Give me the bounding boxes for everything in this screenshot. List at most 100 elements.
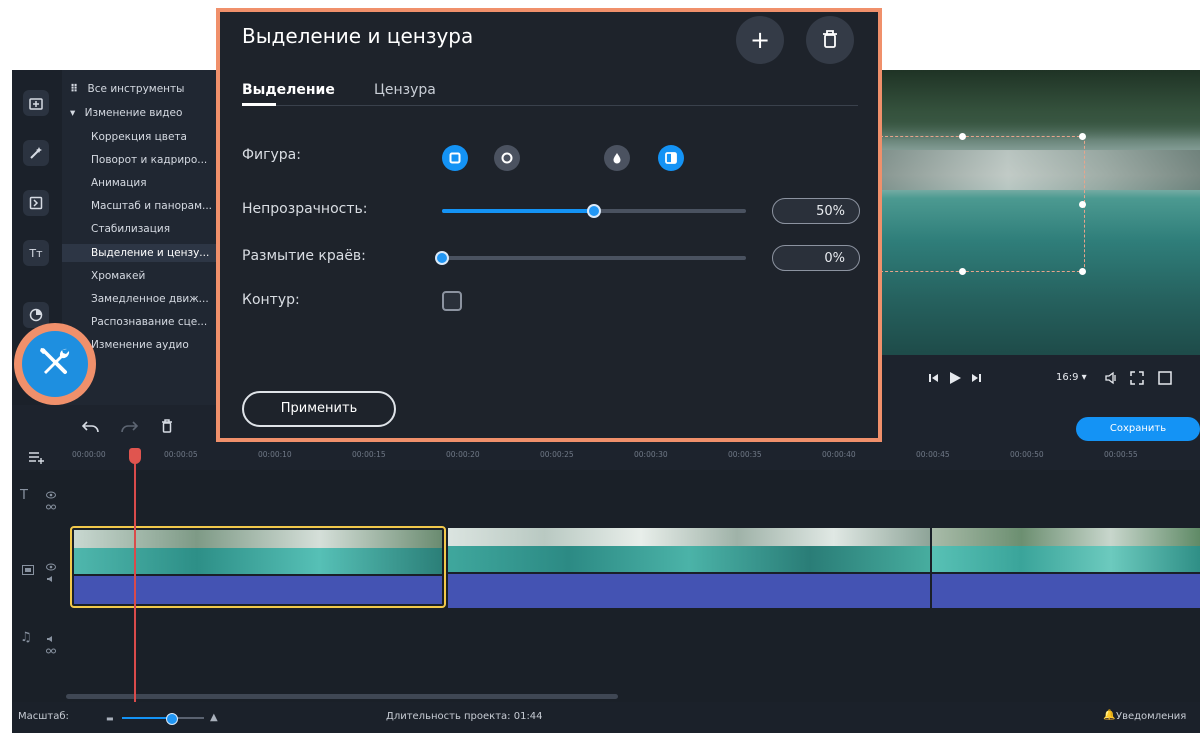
timeline-scrollbar[interactable]: [66, 694, 618, 699]
tool-item-animation[interactable]: Анимация: [91, 174, 147, 192]
apply-button[interactable]: Применить: [242, 391, 396, 427]
undo-icon[interactable]: [81, 419, 100, 438]
outline-checkbox[interactable]: [442, 291, 462, 311]
feather-slider-thumb[interactable]: [435, 251, 449, 265]
add-button[interactable]: +: [736, 16, 784, 64]
opacity-slider[interactable]: [442, 204, 746, 218]
scale-label: Масштаб:: [18, 711, 69, 722]
tools-button[interactable]: [22, 331, 88, 397]
fullscreen-icon[interactable]: [1130, 371, 1144, 388]
opacity-value-field[interactable]: 50%: [772, 198, 860, 224]
opacity-label: Непрозрачность:: [242, 201, 368, 217]
tool-item-color[interactable]: Коррекция цвета: [91, 128, 187, 146]
tools-all-label: Все инструменты: [87, 83, 185, 95]
ruler-tick-label: 00:00:45: [916, 450, 950, 459]
add-track-icon[interactable]: [28, 449, 44, 468]
ruler-tick-label: 00:00:35: [728, 450, 762, 459]
magic-icon[interactable]: [23, 140, 49, 166]
preview-foliage: [880, 70, 1200, 140]
zoom-in-icon[interactable]: ▲: [210, 712, 218, 723]
zoom-slider[interactable]: [122, 713, 204, 725]
trash-icon: [822, 26, 838, 54]
playhead[interactable]: [134, 448, 136, 718]
resize-handle[interactable]: [1079, 201, 1086, 208]
timeline-tracks: T ♫: [12, 470, 1200, 710]
video-clip[interactable]: [932, 528, 1200, 572]
tool-item-audio[interactable]: Изменение аудио: [91, 336, 189, 354]
zoom-out-icon[interactable]: ▬: [106, 714, 114, 723]
notifications-link[interactable]: Уведомления: [1116, 711, 1186, 722]
feather-style-button[interactable]: [604, 145, 630, 171]
tool-item-stabilization[interactable]: Стабилизация: [91, 220, 170, 238]
audio-clip[interactable]: [932, 574, 1200, 608]
highlight-censor-panel: Выделение и цензура + Выделение Цензура …: [216, 8, 882, 442]
video-preview[interactable]: [880, 70, 1200, 355]
feather-label: Размытие краёв:: [242, 248, 366, 264]
link-icon[interactable]: [46, 640, 56, 659]
resize-handle[interactable]: [1079, 133, 1086, 140]
resize-handle[interactable]: [959, 268, 966, 275]
play-icon[interactable]: [948, 371, 962, 388]
audio-clip[interactable]: [448, 574, 930, 608]
ruler-tick-label: 00:00:25: [540, 450, 574, 459]
transitions-icon[interactable]: [23, 190, 49, 216]
titles-icon[interactable]: Tт: [23, 240, 49, 266]
delete-icon[interactable]: [161, 418, 173, 437]
tool-item-rotate-crop[interactable]: Поворот и кадриро...: [91, 151, 207, 169]
link-icon[interactable]: [46, 496, 56, 515]
volume-icon[interactable]: [1104, 371, 1118, 388]
tools-group-label: Изменение видео: [84, 107, 183, 119]
fill-style-button[interactable]: [658, 145, 684, 171]
tool-item-chroma-key[interactable]: Хромакей: [91, 267, 145, 285]
video-clip[interactable]: [448, 528, 930, 572]
tool-item-zoom-pan[interactable]: Масштаб и панорам...: [91, 197, 212, 215]
tool-item-highlight-censor[interactable]: Выделение и цензу...: [62, 244, 218, 262]
zoom-slider-thumb[interactable]: [166, 713, 178, 725]
music-track-icon: ♫: [20, 630, 32, 645]
shape-label: Фигура:: [242, 147, 301, 163]
opacity-slider-thumb[interactable]: [587, 204, 601, 218]
feather-value-field[interactable]: 0%: [772, 245, 860, 271]
tab-highlight[interactable]: Выделение: [242, 82, 335, 98]
aspect-ratio-select[interactable]: 16:9 ▾: [1056, 372, 1087, 383]
save-button[interactable]: Сохранить: [1076, 417, 1200, 441]
detach-player-icon[interactable]: [1158, 371, 1172, 388]
tools-all-item[interactable]: ⠿ Все инструменты: [70, 80, 184, 98]
resize-handle[interactable]: [959, 133, 966, 140]
playhead-handle[interactable]: [129, 448, 141, 464]
tabs-divider: [242, 105, 858, 106]
video-track-icon: [22, 560, 34, 579]
title-track-icon: T: [20, 488, 28, 503]
half-fill-icon: [665, 149, 677, 168]
drop-icon: [612, 149, 622, 168]
selected-clip[interactable]: [70, 526, 446, 608]
rectangle-shape-button[interactable]: [442, 145, 468, 171]
ruler-tick-label: 00:00:00: [72, 450, 106, 459]
panel-title: Выделение и цензура: [242, 24, 474, 48]
ruler-tick-label: 00:00:15: [352, 450, 386, 459]
redo-icon[interactable]: [120, 419, 139, 438]
import-icon[interactable]: [23, 90, 49, 116]
ruler-tick-label: 00:00:40: [822, 450, 856, 459]
prev-frame-icon[interactable]: [928, 372, 940, 387]
ruler-tick-label: 00:00:20: [446, 450, 480, 459]
tab-censor[interactable]: Цензура: [374, 82, 436, 98]
bell-icon[interactable]: 🔔: [1103, 710, 1115, 721]
ruler-tick-label: 00:00:10: [258, 450, 292, 459]
timeline-ruler[interactable]: 00:00:00 00:00:05 00:00:10 00:00:15 00:0…: [12, 445, 1200, 471]
tools-group-video[interactable]: ▾ Изменение видео: [70, 104, 182, 122]
tool-item-scene-detection[interactable]: Распознавание сце...: [91, 313, 207, 331]
outline-label: Контур:: [242, 292, 300, 308]
tool-item-slow-motion[interactable]: Замедленное движ...: [91, 290, 209, 308]
next-frame-icon[interactable]: [970, 372, 982, 387]
delete-button[interactable]: [806, 16, 854, 64]
status-bar: Масштаб: ▬ ▲ Длительность проекта: 01:44…: [12, 702, 1200, 733]
ruler-tick-label: 00:00:30: [634, 450, 668, 459]
feather-slider[interactable]: [435, 251, 746, 265]
highlight-selection-box[interactable]: [880, 133, 1086, 275]
ellipse-shape-button[interactable]: [494, 145, 520, 171]
opacity-slider-fill: [442, 209, 594, 213]
mute-icon[interactable]: [46, 568, 56, 587]
tools-icon: [36, 343, 74, 385]
resize-handle[interactable]: [1079, 268, 1086, 275]
